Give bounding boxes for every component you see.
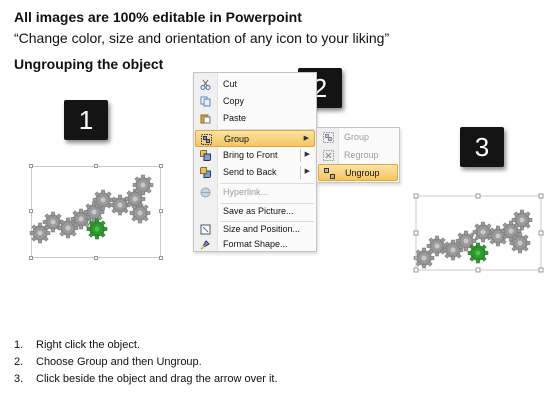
regroup-icon	[323, 150, 334, 161]
menu-item-label: Size and Position...	[223, 224, 301, 234]
menu-item-label: Send to Back	[223, 167, 277, 177]
send-to-back-icon	[200, 167, 211, 178]
step-item: 2. Choose Group and then Ungroup.	[14, 356, 202, 368]
submenu-item-label: Group	[344, 132, 370, 142]
menu-item-label: Hyperlink...	[223, 187, 269, 197]
scissors-icon	[200, 79, 211, 90]
paste-icon	[200, 114, 211, 124]
submenu-item-regroup[interactable]: Regroup	[318, 147, 398, 164]
copy-icon	[200, 96, 211, 107]
submenu-item-ungroup[interactable]: Ungroup	[318, 164, 398, 181]
submenu-arrow-icon: ▶	[303, 135, 309, 142]
group-icon	[323, 132, 334, 143]
menu-item-hyperlink[interactable]: Hyperlink...	[195, 184, 315, 201]
menu-item-label: Save as Picture...	[223, 206, 294, 216]
menu-item-label: Format Shape...	[223, 239, 288, 249]
menu-item-label: Copy	[223, 96, 245, 106]
submenu-item-group[interactable]: Group	[318, 129, 398, 146]
format-shape-icon	[200, 240, 210, 250]
bring-to-front-icon	[200, 150, 211, 161]
group-submenu: Group Regroup Ungroup	[316, 127, 400, 183]
menu-split-divider	[300, 149, 301, 162]
ungroup-icon	[324, 168, 335, 179]
menu-item-label: Paste	[223, 113, 247, 123]
context-menu: Cut Copy Paste Group ▶ Bring to Front ▶ …	[193, 72, 317, 252]
menu-item-format-shape[interactable]: Format Shape...	[195, 236, 315, 253]
menu-item-copy[interactable]: Copy	[195, 93, 315, 110]
menu-split-divider	[300, 166, 301, 179]
menu-item-send-to-back[interactable]: Send to Back ▶	[195, 164, 315, 181]
group-icon	[201, 134, 212, 145]
menu-item-label: Bring to Front	[223, 150, 278, 160]
menu-item-label: Cut	[223, 79, 238, 89]
size-position-icon	[200, 224, 211, 235]
menu-item-label: Group	[224, 134, 250, 144]
menu-item-paste[interactable]: Paste	[195, 110, 315, 127]
submenu-item-label: Regroup	[344, 150, 379, 160]
step-item: 1. Right click the object.	[14, 339, 140, 351]
instruction-steps: 1. Right click the object. 2. Choose Group…	[14, 337, 278, 388]
menu-item-cut[interactable]: Cut	[195, 76, 315, 93]
submenu-arrow-icon[interactable]: ▶	[305, 167, 310, 175]
hyperlink-icon	[200, 187, 211, 198]
submenu-item-label: Ungroup	[345, 168, 380, 178]
menu-item-save-as-picture[interactable]: Save as Picture...	[195, 203, 315, 220]
menu-item-group[interactable]: Group ▶	[195, 130, 315, 147]
step-item: 3. Click beside the object and drag the a…	[14, 373, 278, 385]
submenu-arrow-icon[interactable]: ▶	[305, 150, 310, 158]
menu-item-bring-to-front[interactable]: Bring to Front ▶	[195, 147, 315, 164]
